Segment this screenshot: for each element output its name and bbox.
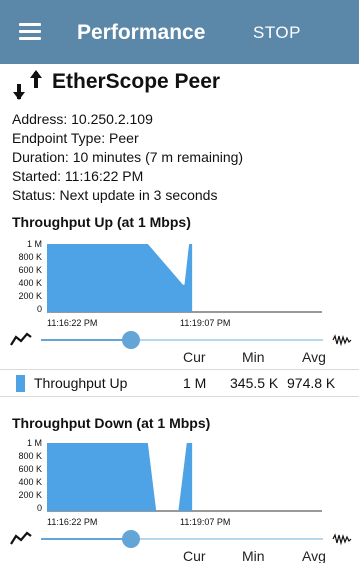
line-graph-icon[interactable] <box>10 530 32 546</box>
column-header-cur: Cur <box>183 548 206 563</box>
address-line: Address: 10.250.2.109 <box>12 111 153 127</box>
slider-fill <box>41 339 132 341</box>
legend-swatch <box>16 375 25 392</box>
x-tick: 11:19:07 PM <box>180 517 231 527</box>
legend-label: Throughput Up <box>34 375 128 391</box>
duration-line: Duration: 10 minutes (7 m remaining) <box>12 149 244 165</box>
throughput-up-title: Throughput Up (at 1 Mbps) <box>12 214 191 230</box>
column-header-min: Min <box>242 349 265 365</box>
column-header-avg: Avg <box>302 349 326 365</box>
stat-avg: 974.8 K <box>287 375 336 391</box>
column-header-avg: Avg <box>302 548 326 563</box>
throughput-area-series <box>47 443 193 511</box>
x-tick: 11:16:22 PM <box>47 517 98 527</box>
up-down-arrows-icon <box>13 70 42 100</box>
status-line: Status: Next update in 3 seconds <box>12 187 218 203</box>
started-line: Started: 11:16:22 PM <box>12 168 144 184</box>
line-graph-icon[interactable] <box>10 331 32 347</box>
x-tick: 11:19:07 PM <box>180 318 231 328</box>
x-tick: 11:16:22 PM <box>47 318 98 328</box>
throughput-area-series <box>47 244 193 312</box>
stop-button[interactable]: STOP <box>253 23 301 43</box>
stat-min: 345.5 K <box>230 375 279 391</box>
page-title: Performance <box>77 21 206 44</box>
throughput-down-title: Throughput Down (at 1 Mbps) <box>12 415 211 431</box>
throughput-up-stats-row: Throughput Up 1 M 345.5 K 974.8 K <box>0 369 359 397</box>
endpoint-type-line: Endpoint Type: Peer <box>12 130 139 146</box>
column-header-cur: Cur <box>183 349 206 365</box>
slider-thumb[interactable] <box>122 530 141 548</box>
throughput-down-chart <box>47 443 322 512</box>
peer-title: EtherScope Peer <box>52 70 221 93</box>
stat-cur: 1 M <box>183 375 207 391</box>
column-header-min: Min <box>242 548 265 563</box>
zoom-wave-icon[interactable] <box>332 532 352 546</box>
zoom-wave-icon[interactable] <box>332 333 352 347</box>
hamburger-menu-icon[interactable] <box>19 23 41 41</box>
throughput-up-chart <box>47 244 322 313</box>
app-bar: Performance STOP <box>0 0 359 64</box>
slider-fill <box>41 538 132 540</box>
slider-thumb[interactable] <box>122 331 141 349</box>
